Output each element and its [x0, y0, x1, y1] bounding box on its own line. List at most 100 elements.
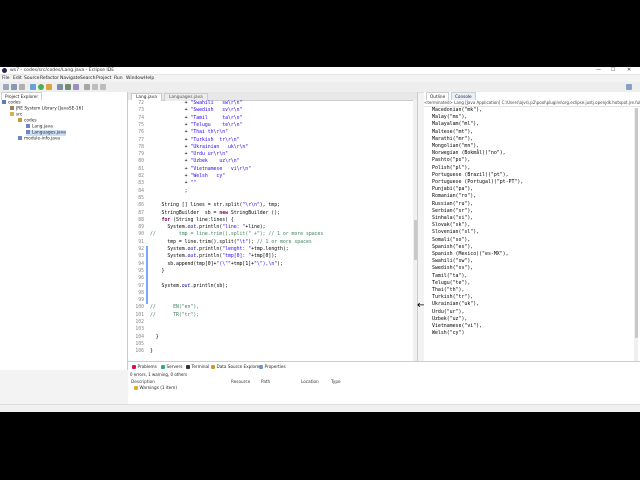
menu-navigate[interactable]: Navigate — [60, 76, 80, 81]
line-number: 105 — [135, 341, 144, 347]
external-tools-icon[interactable] — [46, 84, 52, 90]
code-line: + "Telugu te\r\n" — [150, 122, 243, 128]
line-number: 87 — [138, 210, 144, 216]
code-line: } — [150, 349, 153, 355]
menu-help[interactable]: Help — [144, 76, 154, 81]
java-file-icon — [18, 136, 22, 140]
console-line: Serbian("sr"), — [432, 207, 474, 214]
line-number: 96 — [138, 276, 144, 282]
line-number-gutter: 72 73 74 75 76 77 78 79 80 81 82 83 84 8… — [128, 100, 148, 370]
column-description[interactable]: Description — [131, 379, 155, 384]
line-number: 85 — [138, 195, 144, 201]
java-perspective-icon[interactable] — [626, 84, 632, 90]
line-number: 88 — [138, 217, 144, 223]
project-explorer-tab[interactable]: Project Explorer — [1, 92, 43, 100]
console-line: Turkish("tr"), — [432, 294, 474, 301]
column-path[interactable]: Path — [261, 379, 270, 384]
forward-icon[interactable] — [100, 84, 106, 90]
line-number: 102 — [135, 320, 144, 325]
close-button[interactable]: ✕ — [627, 67, 631, 73]
console-line: Maltese("mt"), — [432, 128, 474, 135]
column-location[interactable]: Location — [301, 379, 319, 384]
line-number: 104 — [135, 334, 144, 340]
console-line: Malayalam("ml"), — [432, 121, 480, 128]
console-line: Polish("pl"), — [432, 164, 471, 171]
print-icon[interactable] — [19, 84, 25, 90]
menu-project[interactable]: Project — [96, 76, 111, 81]
tree-item-module-info[interactable]: module-info.java — [18, 136, 60, 142]
console-line: Portuguese (Portugal)("pt-PT"), — [432, 179, 524, 185]
console-panel: Outline Console <terminated> Lang [Java … — [424, 92, 640, 370]
new-package-icon[interactable] — [65, 84, 71, 90]
line-number: 90 — [138, 232, 144, 238]
code-line: + "Swedish sv\r\n" — [150, 108, 243, 114]
new-class-icon[interactable] — [73, 84, 79, 90]
code-line: + "Ukrainian uk\r\n" — [150, 144, 249, 150]
code-line: sb.append(tmp[0]+"(\""+tmp[1]+"\"),\n"); — [150, 261, 283, 267]
tab-problems[interactable]: Problems — [132, 363, 157, 370]
new-java-project-icon[interactable] — [57, 84, 63, 90]
run-icon[interactable] — [38, 84, 44, 90]
menu-edit[interactable]: Edit — [13, 76, 22, 81]
servers-icon — [161, 364, 165, 369]
editor-scrollbar[interactable] — [413, 100, 417, 362]
console-line: Uzbek("uz"), — [432, 315, 468, 322]
back-icon[interactable] — [92, 84, 98, 90]
line-number: 75 — [138, 122, 144, 128]
line-number: 89 — [138, 225, 144, 231]
java-file-icon — [26, 124, 30, 128]
tab-data-source-explorer[interactable]: Data Source Explorer — [211, 363, 261, 370]
console-line: Welsh("cy") — [432, 330, 465, 337]
tab-properties[interactable]: Properties — [259, 363, 286, 370]
code-line: + "Swahili sw\r\n" — [150, 101, 243, 106]
tab-terminal[interactable]: Terminal — [186, 363, 209, 370]
console-line: Ukrainian("uk"), — [432, 301, 480, 308]
menu-search[interactable]: Search — [80, 76, 95, 81]
project-icon — [2, 100, 6, 104]
console-line: Malay("ms"), — [432, 114, 468, 121]
console-line: Macedonian("mk"), — [432, 107, 483, 113]
menu-file[interactable]: File — [2, 76, 10, 81]
column-type[interactable]: Type — [331, 379, 341, 384]
search-icon[interactable] — [84, 84, 90, 90]
tab-console[interactable]: Console — [451, 92, 476, 100]
title-bar: ws7 - codes/src/codes/Lang.java - Eclips… — [0, 67, 640, 75]
console-line: Spanish (Mexico)("es-MX"), — [432, 251, 509, 257]
tab-outline[interactable]: Outline — [426, 92, 450, 100]
console-line: Norwegian (Bokmål)("no"), — [432, 150, 506, 157]
new-icon[interactable] — [3, 84, 9, 90]
eclipse-window: ws7 - codes/src/codes/Lang.java - Eclips… — [0, 67, 640, 412]
properties-icon — [259, 364, 263, 369]
eclipse-logo-icon — [2, 68, 7, 73]
code-editor[interactable]: Lang.java Languages.java 72 73 74 75 76 … — [128, 92, 418, 370]
code-line: + "Thai th\r\n" — [150, 130, 228, 136]
console-line: Sinhala("si"), — [432, 215, 474, 221]
maximize-button[interactable]: ☐ — [611, 67, 615, 73]
console-line: Slovak("sk"), — [432, 222, 471, 229]
line-number: 93 — [138, 254, 144, 260]
line-number: 92 — [138, 247, 144, 252]
column-resource[interactable]: Resource — [231, 379, 250, 384]
menu-refactor[interactable]: Refactor — [40, 76, 59, 81]
console-line: Portuguese (Brazil)("pt"), — [432, 171, 509, 178]
code-line: // EN("en"), — [150, 305, 200, 311]
code-line: } — [150, 268, 165, 274]
code-line: + "Welsh cy" — [150, 174, 226, 179]
debug-icon[interactable] — [30, 84, 36, 90]
menu-window[interactable]: Window — [126, 76, 144, 81]
minimize-button[interactable]: — — [596, 67, 601, 73]
menu-run[interactable]: Run — [114, 76, 123, 81]
warning-icon — [134, 385, 138, 390]
console-scrollbar[interactable] — [634, 108, 638, 363]
line-number: 84 — [138, 188, 144, 194]
save-icon[interactable] — [11, 84, 17, 90]
menu-source[interactable]: Source — [24, 76, 39, 81]
tab-servers[interactable]: Servers — [161, 363, 182, 370]
terminal-icon — [186, 364, 190, 369]
code-line: System.out.println("line: "+line); — [150, 225, 266, 231]
line-number: 86 — [138, 203, 144, 209]
warnings-row[interactable]: Warnings (1 item) — [134, 385, 177, 390]
java-file-icon — [26, 130, 30, 134]
console-line: Thai("th"), — [432, 287, 465, 293]
problems-icon — [132, 364, 136, 369]
